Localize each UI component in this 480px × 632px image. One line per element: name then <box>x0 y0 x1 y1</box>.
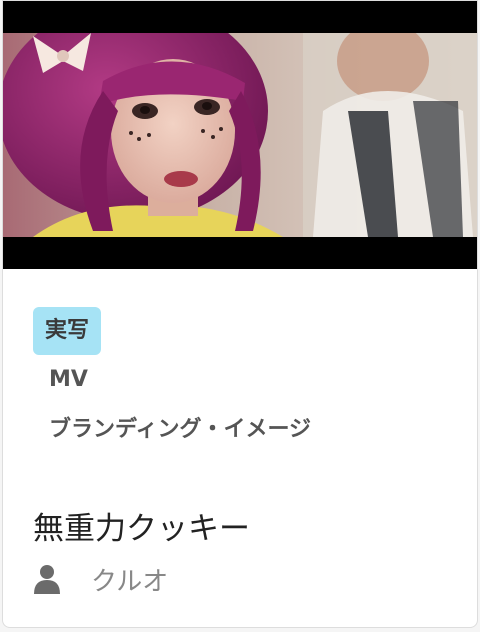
video-thumbnail[interactable] <box>3 1 477 269</box>
author[interactable]: クルオ <box>33 559 168 599</box>
work-card[interactable]: 実写 MV ブランディング・イメージ 無重力クッキー クルオ <box>2 0 478 628</box>
tag-mv[interactable]: MV <box>49 367 88 392</box>
work-title[interactable]: 無重力クッキー <box>33 503 250 548</box>
author-name[interactable]: クルオ <box>91 561 168 598</box>
tag-branding-image[interactable]: ブランディング・イメージ <box>49 411 311 443</box>
user-icon <box>33 564 61 594</box>
thumbnail-image <box>3 1 477 269</box>
category-badge[interactable]: 実写 <box>33 307 102 355</box>
category-tags: 実写 <box>33 307 102 355</box>
